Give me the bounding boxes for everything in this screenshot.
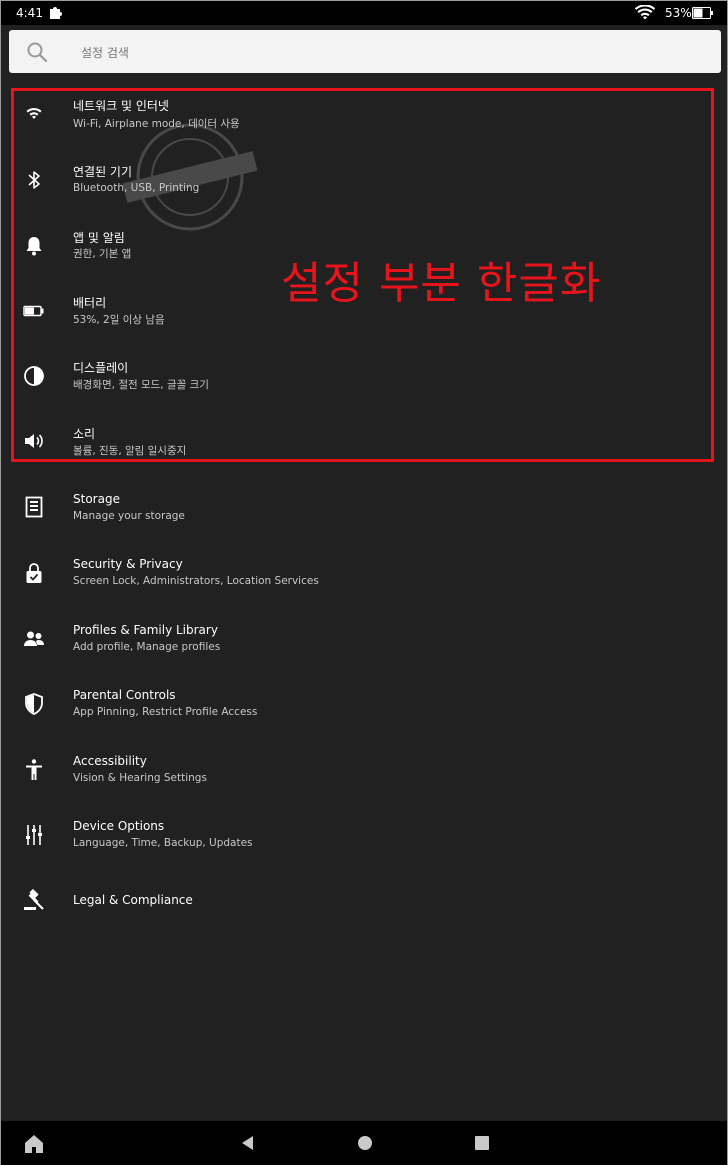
annotation-text: 설정 부분 한글화 [281, 258, 602, 309]
home-circle-icon[interactable] [358, 1136, 372, 1150]
navigation-bar [1, 1121, 727, 1165]
setting-device-options[interactable]: Device Options Language, Time, Backup, U… [1, 813, 727, 873]
sliders-icon [21, 822, 47, 848]
search-bar[interactable]: 설정 검색 [9, 30, 721, 73]
gavel-icon [21, 888, 47, 914]
setting-title: Profiles & Family Library [73, 623, 218, 637]
setting-title: Accessibility [73, 754, 147, 768]
puzzle-icon [48, 5, 62, 19]
setting-storage[interactable]: Storage Manage your storage [1, 486, 727, 546]
storage-icon [21, 494, 47, 520]
settings-screen: 4:41 53% 설정 검색 네트워크 및 인터넷 Wi-Fi, Airplan… [0, 0, 728, 1165]
setting-title: Security & Privacy [73, 557, 183, 571]
profiles-icon [21, 626, 47, 652]
recents-icon[interactable] [475, 1136, 489, 1150]
accessibility-icon [21, 757, 47, 783]
setting-subtitle: Language, Time, Backup, Updates [73, 837, 253, 849]
setting-legal-compliance[interactable]: Legal & Compliance [1, 879, 727, 939]
setting-parental-controls[interactable]: Parental Controls App Pinning, Restrict … [1, 682, 727, 742]
setting-subtitle: Vision & Hearing Settings [73, 772, 207, 784]
lock-icon [21, 560, 47, 586]
setting-accessibility[interactable]: Accessibility Vision & Hearing Settings [1, 748, 727, 808]
setting-title: Legal & Compliance [73, 893, 193, 907]
setting-security-privacy[interactable]: Security & Privacy Screen Lock, Administ… [1, 551, 727, 611]
setting-subtitle: Manage your storage [73, 510, 185, 522]
setting-title: Device Options [73, 819, 165, 833]
status-bar: 4:41 53% [1, 1, 727, 25]
battery-icon [692, 7, 714, 19]
setting-subtitle: App Pinning, Restrict Profile Access [73, 706, 258, 718]
setting-profiles-family[interactable]: Profiles & Family Library Add profile, M… [1, 617, 727, 677]
search-icon [26, 41, 48, 63]
wifi-icon [634, 4, 656, 21]
battery-percent: 53% [665, 6, 692, 20]
home-icon[interactable] [23, 1133, 45, 1155]
setting-title: Parental Controls [73, 688, 176, 702]
status-time: 4:41 [16, 6, 43, 20]
setting-subtitle: Screen Lock, Administrators, Location Se… [73, 575, 319, 587]
setting-title: Storage [73, 492, 120, 506]
back-icon[interactable] [239, 1134, 257, 1152]
shield-icon [21, 691, 47, 717]
search-placeholder: 설정 검색 [81, 46, 129, 60]
setting-subtitle: Add profile, Manage profiles [73, 641, 221, 653]
